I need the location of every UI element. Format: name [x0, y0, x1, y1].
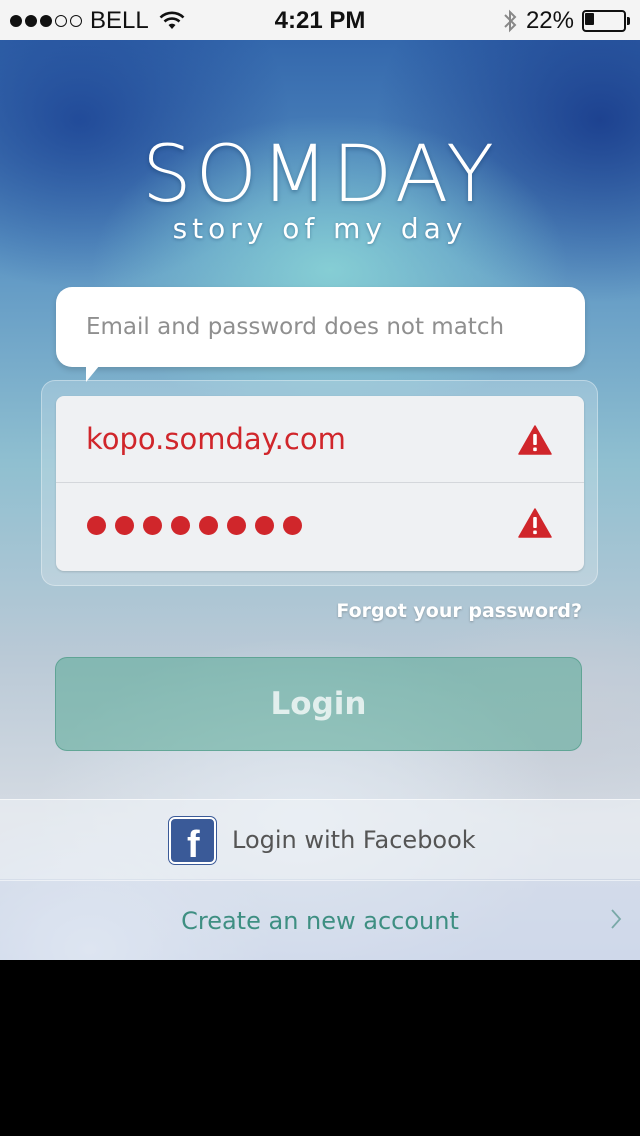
facebook-icon: f [169, 817, 216, 865]
login-facebook-label: Login with Facebook [232, 826, 476, 854]
warning-icon [518, 425, 552, 455]
password-mask-dot [87, 516, 106, 535]
password-mask-dot [255, 516, 274, 535]
battery-icon [582, 10, 630, 32]
bluetooth-icon [504, 9, 517, 33]
error-message-bubble: Email and password does not match [56, 287, 585, 367]
password-masked-value[interactable] [87, 516, 302, 535]
login-screen: BELL 4:21 PM 22% SOMDAY story of my day … [0, 0, 640, 960]
bubble-tail [86, 360, 104, 382]
login-form: kopo.somday.com [56, 396, 584, 571]
password-field[interactable] [56, 483, 584, 570]
battery-percent: 22% [525, 7, 574, 34]
app-logo-title: SOMDAY [142, 130, 498, 220]
create-account-button[interactable]: Create an new account [0, 880, 640, 960]
email-value[interactable]: kopo.somday.com [86, 396, 346, 483]
chevron-right-icon [611, 909, 622, 929]
login-button[interactable]: Login [55, 657, 582, 751]
forgot-password-link[interactable]: Forgot your password? [336, 600, 582, 622]
status-right: 22% [502, 7, 630, 35]
error-message-text: Email and password does not match [86, 314, 505, 340]
password-mask-dot [283, 516, 302, 535]
status-bar: BELL 4:21 PM 22% [0, 0, 640, 40]
password-mask-dot [227, 516, 246, 535]
warning-icon [518, 508, 552, 538]
app-tagline: story of my day [172, 212, 468, 245]
create-account-label: Create an new account [181, 907, 459, 935]
password-mask-dot [143, 516, 162, 535]
password-mask-dot [171, 516, 190, 535]
login-facebook-button[interactable]: f Login with Facebook [0, 799, 640, 879]
password-mask-dot [199, 516, 218, 535]
password-mask-dot [115, 516, 134, 535]
email-field[interactable]: kopo.somday.com [56, 396, 584, 483]
